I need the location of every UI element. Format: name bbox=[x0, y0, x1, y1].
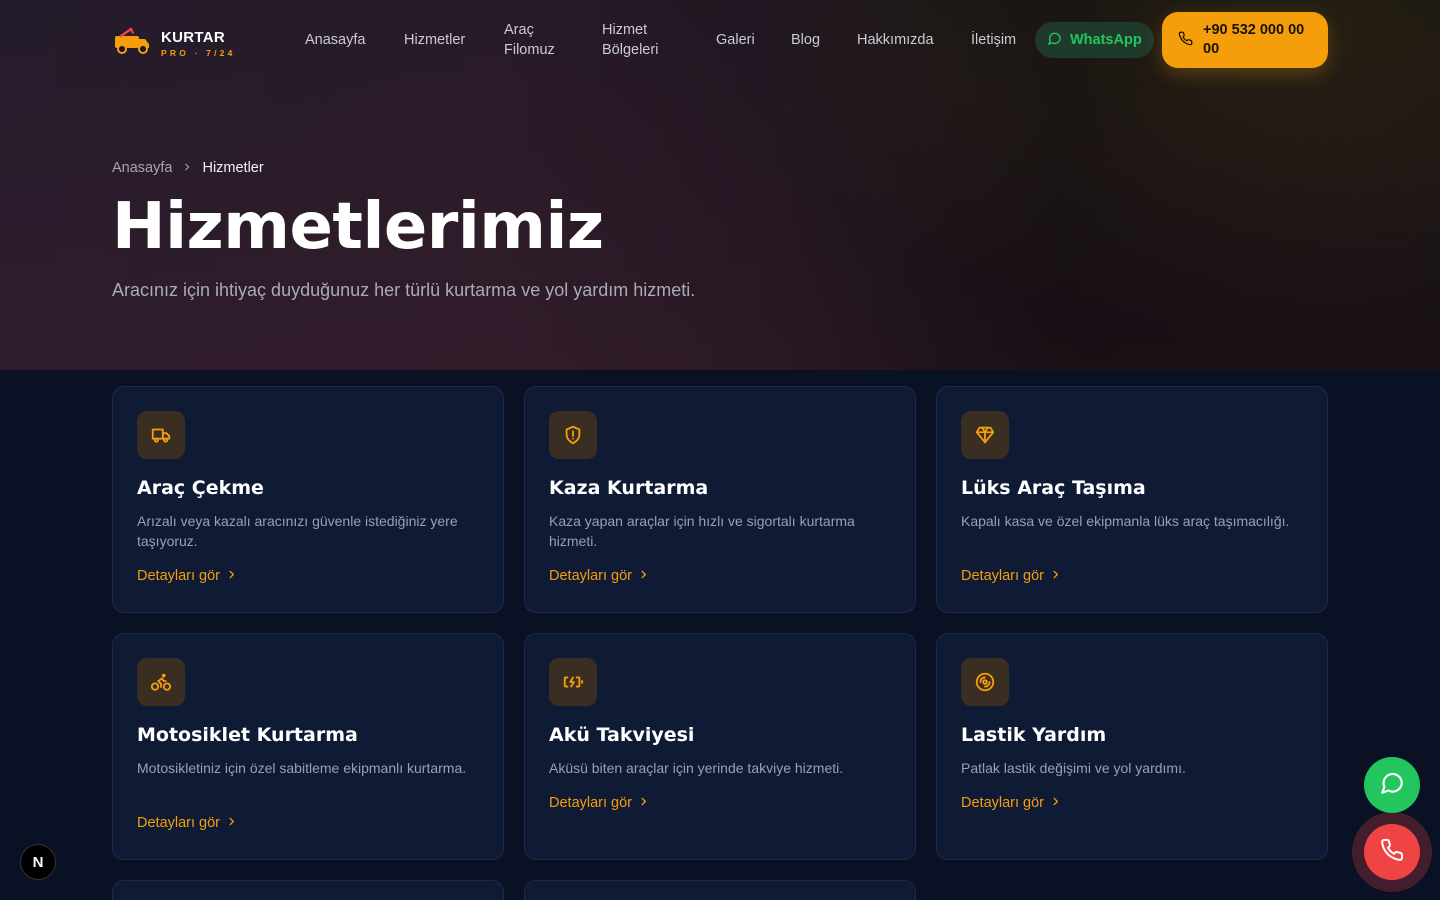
service-card[interactable] bbox=[524, 880, 916, 900]
service-title: Araç Çekme bbox=[137, 477, 264, 499]
service-details-link[interactable]: Detayları gör bbox=[137, 815, 237, 831]
nav-link-contact[interactable]: İletişim bbox=[971, 30, 1016, 50]
breadcrumb: Anasayfa Hizmetler bbox=[112, 160, 264, 176]
service-description: Aküsü biten araçlar için yerinde takviye… bbox=[549, 760, 844, 776]
service-card[interactable]: Lüks Araç Taşıma Kapalı kasa ve özel eki… bbox=[936, 386, 1328, 613]
chevron-right-icon bbox=[226, 568, 237, 584]
details-label: Detayları gör bbox=[961, 568, 1045, 584]
whatsapp-button[interactable]: WhatsApp bbox=[1035, 22, 1154, 58]
service-details-link[interactable]: Detayları gör bbox=[961, 795, 1061, 811]
details-label: Detayları gör bbox=[137, 568, 221, 584]
nav-link-services[interactable]: Hizmetler bbox=[404, 30, 465, 50]
service-title: Lüks Araç Taşıma bbox=[961, 477, 1146, 499]
service-card[interactable]: Lastik Yardım Patlak lastik değişimi ve … bbox=[936, 633, 1328, 860]
floating-call-button[interactable] bbox=[1364, 824, 1420, 880]
service-description: Kaza yapan araçlar için hızlı ve sigorta… bbox=[549, 513, 855, 549]
page-subtitle: Aracınız için ihtiyaç duyduğunuz her tür… bbox=[112, 280, 696, 300]
service-title: Akü Takviyesi bbox=[549, 724, 695, 746]
service-card[interactable]: Kaza Kurtarma Kaza yapan araçlar için hı… bbox=[524, 386, 916, 613]
service-details-link[interactable]: Detayları gör bbox=[549, 795, 649, 811]
service-details-link[interactable]: Detayları gör bbox=[961, 568, 1061, 584]
page-title: Hizmetlerimiz bbox=[112, 190, 604, 264]
nav-link-about[interactable]: Hakkımızda bbox=[857, 30, 934, 50]
service-title: Lastik Yardım bbox=[961, 724, 1107, 746]
service-description: Kapalı kasa ve özel ekipmanla lüks araç … bbox=[961, 513, 1290, 529]
phone-icon bbox=[1380, 838, 1404, 867]
tow-truck-icon bbox=[113, 26, 153, 61]
details-label: Detayları gör bbox=[137, 815, 221, 831]
phone-icon bbox=[1178, 31, 1193, 50]
chevron-right-icon bbox=[226, 815, 237, 831]
dev-tools-badge[interactable]: N bbox=[20, 844, 56, 880]
service-description: Arızalı veya kazalı aracınızı güvenle is… bbox=[137, 513, 458, 549]
brand-logo[interactable]: KURTAR PRO · 7/24 bbox=[113, 26, 236, 61]
chevron-right-icon bbox=[638, 568, 649, 584]
tire-icon bbox=[961, 658, 1009, 706]
breadcrumb-home[interactable]: Anasayfa bbox=[112, 160, 172, 176]
nav-link-regions[interactable]: Hizmet Bölgeleri bbox=[602, 20, 682, 60]
breadcrumb-current: Hizmetler bbox=[202, 160, 264, 176]
brand-tagline: PRO · 7/24 bbox=[161, 47, 236, 58]
details-label: Detayları gör bbox=[549, 795, 633, 811]
gem-icon bbox=[961, 411, 1009, 459]
battery-charging-icon bbox=[549, 658, 597, 706]
nav-link-gallery[interactable]: Galeri bbox=[716, 30, 755, 50]
chevron-right-icon bbox=[182, 160, 192, 176]
message-circle-icon bbox=[1379, 770, 1405, 801]
details-label: Detayları gör bbox=[961, 795, 1045, 811]
service-card[interactable]: Araç Çekme Arızalı veya kazalı aracınızı… bbox=[112, 386, 504, 613]
nav-link-fleet[interactable]: Araç Filomuz bbox=[504, 20, 566, 60]
nav-link-blog[interactable]: Blog bbox=[791, 30, 820, 50]
whatsapp-label: WhatsApp bbox=[1070, 32, 1142, 48]
top-navbar: KURTAR PRO · 7/24 Anasayfa Hizmetler Ara… bbox=[0, 0, 1440, 80]
details-label: Detayları gör bbox=[549, 568, 633, 584]
truck-icon bbox=[137, 411, 185, 459]
service-card[interactable]: Akü Takviyesi Aküsü biten araçlar için y… bbox=[524, 633, 916, 860]
floating-whatsapp-button[interactable] bbox=[1364, 757, 1420, 813]
service-details-link[interactable]: Detayları gör bbox=[137, 568, 237, 584]
service-details-link[interactable]: Detayları gör bbox=[549, 568, 649, 584]
chevron-right-icon bbox=[1050, 795, 1061, 811]
service-description: Motosikletiniz için özel sabitleme ekipm… bbox=[137, 760, 467, 776]
chevron-right-icon bbox=[1050, 568, 1061, 584]
service-title: Kaza Kurtarma bbox=[549, 477, 709, 499]
phone-number: +90 532 000 00 00 bbox=[1203, 22, 1305, 57]
service-card[interactable]: Motosiklet Kurtarma Motosikletiniz için … bbox=[112, 633, 504, 860]
nav-link-home[interactable]: Anasayfa bbox=[305, 30, 365, 50]
shield-alert-icon bbox=[549, 411, 597, 459]
service-description: Patlak lastik değişimi ve yol yardımı. bbox=[961, 760, 1186, 776]
call-button[interactable]: +90 532 000 00 00 bbox=[1162, 12, 1328, 68]
bike-icon bbox=[137, 658, 185, 706]
service-card[interactable] bbox=[112, 880, 504, 900]
chevron-right-icon bbox=[638, 795, 649, 811]
brand-name: KURTAR bbox=[161, 28, 226, 46]
message-circle-icon bbox=[1047, 31, 1062, 50]
service-title: Motosiklet Kurtarma bbox=[137, 724, 358, 746]
